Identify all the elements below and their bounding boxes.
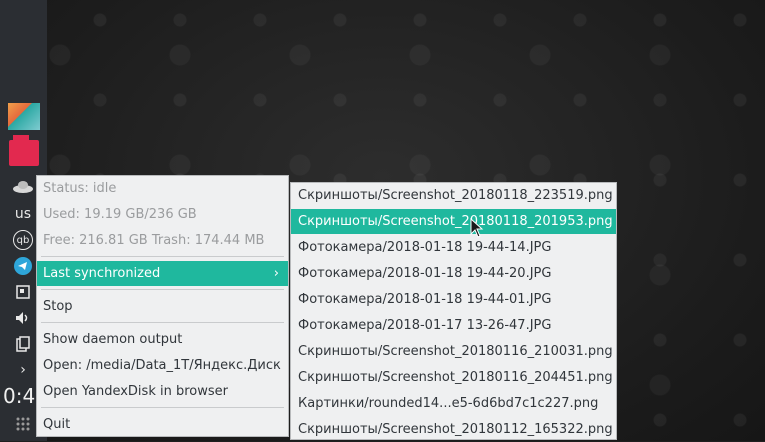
menu-item-label: Last synchronized xyxy=(43,266,161,281)
menu-item-open-folder[interactable]: Open: /media/Data_1T/Яндекс.Диск xyxy=(37,353,288,378)
synced-file-item[interactable]: Скриншоты/Screenshot_20180112_165322.png xyxy=(291,417,616,442)
menu-separator xyxy=(41,322,284,323)
keyboard-layout-label: us xyxy=(14,206,32,222)
synced-file-item[interactable]: Картинки/rounded14...e5-6d6bd7c1c227.png xyxy=(291,391,616,416)
mouse-cursor-icon xyxy=(470,218,484,238)
notes-icon[interactable] xyxy=(10,333,36,355)
menu-item-last-synchronized[interactable]: Last synchronized › xyxy=(37,261,288,286)
menu-separator xyxy=(41,256,284,257)
menu-item-quit[interactable]: Quit xyxy=(37,412,288,437)
yandex-disk-context-menu: Status: idle Used: 19.19 GB/236 GB Free:… xyxy=(36,175,289,437)
last-synchronized-submenu: Скриншоты/Screenshot_20180118_223519.png… xyxy=(290,182,617,440)
menu-item-open-in-browser[interactable]: Open YandexDisk in browser xyxy=(37,379,288,404)
trash-app-icon[interactable] xyxy=(9,135,39,166)
synced-file-item[interactable]: Скриншоты/Screenshot_20180118_201953.png xyxy=(291,209,616,234)
menu-item-status: Status: idle xyxy=(43,181,117,196)
menu-separator xyxy=(41,289,284,290)
krita-app-icon[interactable] xyxy=(8,103,40,130)
telegram-icon[interactable] xyxy=(10,255,36,277)
synced-file-item[interactable]: Фотокамера/2018-01-17 13-26-47.JPG xyxy=(291,313,616,338)
synced-file-item[interactable]: Скриншоты/Screenshot_20180118_223519.png xyxy=(291,183,616,208)
chevron-right-icon[interactable]: › xyxy=(10,359,36,381)
qbittorrent-icon[interactable]: qb xyxy=(10,229,36,251)
menu-item-used: Used: 19.19 GB/236 GB xyxy=(43,207,197,222)
synced-file-item[interactable]: Фотокамера/2018-01-18 19-44-14.JPG xyxy=(291,235,616,260)
menu-item-stop[interactable]: Stop xyxy=(37,294,288,319)
synced-file-item[interactable]: Фотокамера/2018-01-18 19-44-01.JPG xyxy=(291,287,616,312)
synced-file-item[interactable]: Фотокамера/2018-01-18 19-44-20.JPG xyxy=(291,261,616,286)
menu-item-show-daemon-output[interactable]: Show daemon output xyxy=(37,327,288,352)
clipboard-icon[interactable] xyxy=(10,281,36,303)
menu-item-free: Free: 216.81 GB Trash: 174.44 MB xyxy=(43,233,265,248)
synced-file-item[interactable]: Скриншоты/Screenshot_20180116_210031.png xyxy=(291,339,616,364)
synced-file-item[interactable]: Скриншоты/Screenshot_20180116_204451.png xyxy=(291,365,616,390)
volume-icon[interactable] xyxy=(10,307,36,329)
yandex-disk-icon[interactable] xyxy=(10,176,36,198)
submenu-arrow-icon: › xyxy=(273,266,279,281)
app-grid-icon[interactable] xyxy=(10,413,36,435)
keyboard-layout-indicator[interactable]: us xyxy=(10,203,36,225)
qbittorrent-label: qb xyxy=(13,230,33,250)
menu-separator xyxy=(41,407,284,408)
